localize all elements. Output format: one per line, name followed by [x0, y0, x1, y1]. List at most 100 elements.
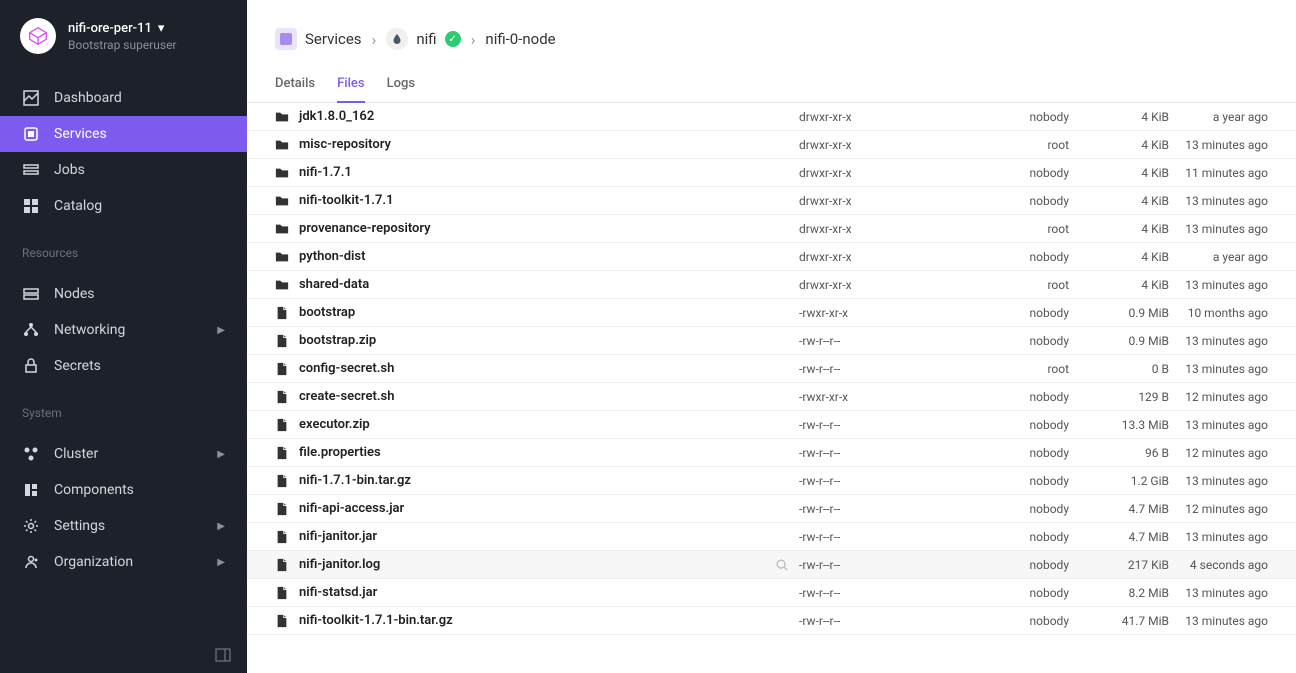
breadcrumb-service[interactable]: nifi ✓	[386, 28, 460, 50]
file-row[interactable]: nifi-api-access.jar-rw-r--r--nobody4.7 M…	[247, 495, 1296, 523]
file-size: 41.7 MiB	[1069, 614, 1169, 628]
folder-icon	[275, 138, 289, 152]
file-size: 4 KiB	[1069, 278, 1169, 292]
file-name: nifi-1.7.1-bin.tar.gz	[299, 473, 799, 488]
file-owner: nobody	[949, 586, 1069, 600]
file-row[interactable]: shared-datadrwxr-xr-xroot4 KiB13 minutes…	[247, 271, 1296, 299]
section-resources-label: Resources	[0, 232, 247, 268]
sidebar-item-dashboard[interactable]: Dashboard	[0, 80, 247, 116]
folder-icon	[275, 250, 289, 264]
file-icon	[275, 502, 289, 516]
file-modified-time: 13 minutes ago	[1169, 278, 1268, 292]
file-row[interactable]: misc-repositorydrwxr-xr-xroot4 KiB13 min…	[247, 131, 1296, 159]
file-owner: nobody	[949, 334, 1069, 348]
file-name: config-secret.sh	[299, 361, 799, 376]
file-row[interactable]: config-secret.sh-rw-r--r--root0 B13 minu…	[247, 355, 1296, 383]
file-owner: nobody	[949, 306, 1069, 320]
sidebar-item-components[interactable]: Components	[0, 472, 247, 508]
file-owner: nobody	[949, 390, 1069, 404]
tab-details[interactable]: Details	[275, 66, 315, 102]
organization-icon	[22, 553, 40, 571]
file-row[interactable]: provenance-repositorydrwxr-xr-xroot4 KiB…	[247, 215, 1296, 243]
sidebar-item-settings[interactable]: Settings ▶	[0, 508, 247, 544]
search-icon[interactable]	[775, 558, 789, 572]
file-name: provenance-repository	[299, 221, 799, 236]
file-size: 1.2 GiB	[1069, 474, 1169, 488]
file-icon	[275, 558, 289, 572]
file-row[interactable]: file.properties-rw-r--r--nobody96 B12 mi…	[247, 439, 1296, 467]
tabs: Details Files Logs	[247, 66, 1296, 103]
sidebar-item-networking[interactable]: Networking▶	[0, 312, 247, 348]
sidebar-item-label: Settings	[54, 518, 105, 534]
file-icon	[275, 306, 289, 320]
file-size: 96 B	[1069, 446, 1169, 460]
file-modified-time: 12 minutes ago	[1169, 446, 1268, 460]
file-row[interactable]: bootstrap-rwxr-xr-xnobody0.9 MiB10 month…	[247, 299, 1296, 327]
file-modified-time: 12 minutes ago	[1169, 390, 1268, 404]
file-permissions: drwxr-xr-x	[799, 250, 949, 264]
file-row[interactable]: nifi-statsd.jar-rw-r--r--nobody8.2 MiB13…	[247, 579, 1296, 607]
file-name: nifi-janitor.log	[299, 557, 799, 572]
breadcrumb-separator: ›	[372, 30, 377, 49]
cluster-icon	[22, 445, 40, 463]
file-size: 4 KiB	[1069, 138, 1169, 152]
file-row[interactable]: executor.zip-rw-r--r--nobody13.3 MiB13 m…	[247, 411, 1296, 439]
sidebar-item-services[interactable]: Services	[0, 116, 247, 152]
file-row[interactable]: python-distdrwxr-xr-xnobody4 KiBa year a…	[247, 243, 1296, 271]
file-row[interactable]: nifi-toolkit-1.7.1-bin.tar.gz-rw-r--r--n…	[247, 607, 1296, 635]
dropdown-caret-icon: ▾	[158, 21, 165, 36]
sidebar-item-organization[interactable]: Organization▶	[0, 544, 247, 580]
file-name: misc-repository	[299, 137, 799, 152]
file-icon	[275, 474, 289, 488]
nifi-drop-icon	[386, 28, 408, 50]
file-permissions: -rw-r--r--	[799, 502, 949, 516]
file-row[interactable]: nifi-janitor.log-rw-r--r--nobody217 KiB4…	[247, 551, 1296, 579]
sidebar-item-catalog[interactable]: Catalog	[0, 188, 247, 224]
file-row[interactable]: nifi-janitor.jar-rw-r--r--nobody4.7 MiB1…	[247, 523, 1296, 551]
breadcrumb-services[interactable]: Services	[275, 28, 362, 50]
tab-logs[interactable]: Logs	[387, 66, 415, 102]
chevron-right-icon: ▶	[217, 521, 225, 532]
project-role: Bootstrap superuser	[68, 38, 177, 52]
logo-icon	[28, 26, 48, 46]
file-owner: nobody	[949, 530, 1069, 544]
sidebar-item-label: Components	[54, 482, 134, 498]
file-owner: nobody	[949, 418, 1069, 432]
file-row[interactable]: create-secret.sh-rwxr-xr-xnobody129 B12 …	[247, 383, 1296, 411]
file-icon	[275, 362, 289, 376]
sidebar-item-jobs[interactable]: Jobs	[0, 152, 247, 188]
sidebar-item-label: Dashboard	[54, 90, 122, 106]
breadcrumb: Services › nifi ✓ › nifi-0-node	[247, 0, 1296, 66]
file-row[interactable]: jdk1.8.0_162drwxr-xr-xnobody4 KiBa year …	[247, 103, 1296, 131]
file-row[interactable]: nifi-toolkit-1.7.1drwxr-xr-xnobody4 KiB1…	[247, 187, 1296, 215]
file-modified-time: 13 minutes ago	[1169, 222, 1268, 236]
file-permissions: drwxr-xr-x	[799, 166, 949, 180]
dashboard-icon	[22, 89, 40, 107]
tab-files[interactable]: Files	[337, 66, 364, 103]
sidebar-item-nodes[interactable]: Nodes	[0, 276, 247, 312]
file-name: python-dist	[299, 249, 799, 264]
sidebar-item-secrets[interactable]: Secrets	[0, 348, 247, 384]
file-size: 0 B	[1069, 362, 1169, 376]
project-name: nifi-ore-per-11 ▾	[68, 21, 177, 36]
file-list: jdk1.8.0_162drwxr-xr-xnobody4 KiBa year …	[247, 103, 1296, 673]
file-size: 129 B	[1069, 390, 1169, 404]
file-modified-time: 13 minutes ago	[1169, 474, 1268, 488]
file-size: 217 KiB	[1069, 558, 1169, 572]
file-row[interactable]: nifi-1.7.1drwxr-xr-xnobody4 KiB11 minute…	[247, 159, 1296, 187]
file-owner: root	[949, 222, 1069, 236]
file-row[interactable]: bootstrap.zip-rw-r--r--nobody0.9 MiB13 m…	[247, 327, 1296, 355]
sidebar-item-label: Cluster	[54, 446, 98, 462]
file-size: 13.3 MiB	[1069, 418, 1169, 432]
file-icon	[275, 334, 289, 348]
file-owner: root	[949, 362, 1069, 376]
breadcrumb-separator: ›	[471, 30, 476, 49]
collapse-sidebar-button[interactable]	[0, 637, 247, 673]
chevron-right-icon: ▶	[217, 325, 225, 336]
components-icon	[22, 481, 40, 499]
file-row[interactable]: nifi-1.7.1-bin.tar.gz-rw-r--r--nobody1.2…	[247, 467, 1296, 495]
sidebar-item-cluster[interactable]: Cluster▶	[0, 436, 247, 472]
nodes-icon	[22, 285, 40, 303]
project-switcher[interactable]: nifi-ore-per-11 ▾ Bootstrap superuser	[0, 0, 247, 72]
services-cube-icon	[275, 28, 297, 50]
